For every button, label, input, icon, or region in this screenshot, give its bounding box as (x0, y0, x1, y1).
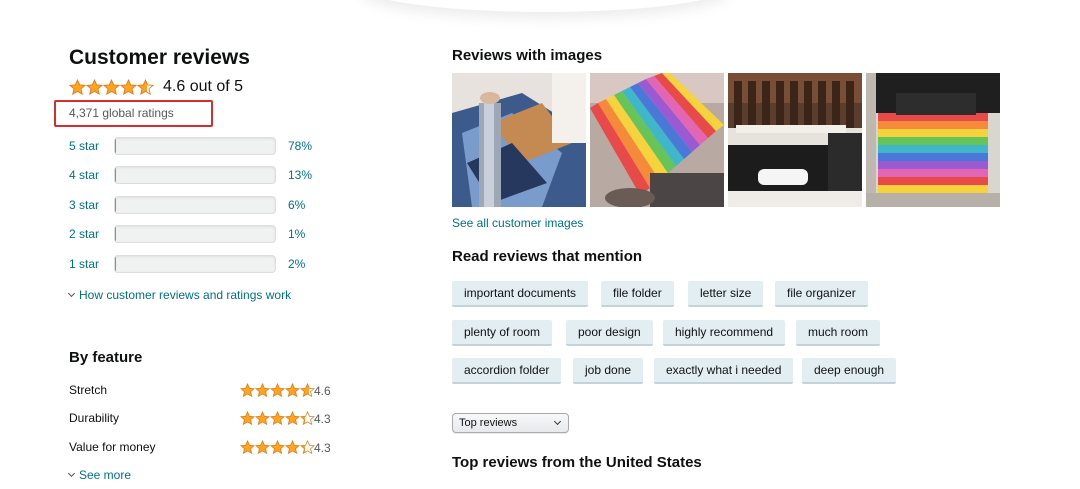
sort-reviews-dropdown[interactable]: Top reviews (452, 413, 569, 433)
overall-star-rating (69, 78, 154, 96)
star-icon (255, 411, 270, 426)
star-icon (137, 78, 154, 95)
histogram-percent[interactable]: 78% (288, 139, 328, 153)
histogram-fill (115, 167, 116, 183)
star-icon (240, 383, 255, 398)
overall-rating-text: 4.6 out of 5 (163, 78, 244, 95)
star-icon (103, 78, 120, 95)
feature-score: 4.3 (314, 441, 331, 455)
feature-star-rating (240, 411, 315, 426)
histogram-row-2[interactable]: 2 star 1% (69, 224, 328, 244)
mention-chip[interactable]: accordion folder (452, 358, 562, 384)
see-more-text[interactable]: See more (79, 468, 131, 482)
histogram-fill (115, 197, 116, 213)
feature-row-durability: Durability 4.3 (69, 410, 339, 428)
mention-chip[interactable]: deep enough (802, 358, 897, 384)
customer-reviews-heading: Customer reviews (69, 46, 250, 69)
star-icon (270, 383, 285, 398)
histogram-label[interactable]: 2 star (69, 227, 114, 241)
histogram-percent[interactable]: 2% (288, 257, 328, 271)
read-reviews-mention-heading: Read reviews that mention (452, 248, 643, 265)
how-reviews-work-text[interactable]: How customer reviews and ratings work (79, 288, 291, 302)
feature-score: 4.6 (314, 384, 331, 398)
expanding-file-photo-icon (866, 73, 1000, 207)
feature-name: Durability (69, 411, 120, 425)
histogram-label[interactable]: 1 star (69, 257, 114, 271)
by-feature-heading: By feature (69, 349, 143, 366)
histogram-fill (115, 256, 116, 272)
star-icon (300, 411, 315, 426)
histogram-row-5[interactable]: 5 star 78% (69, 136, 328, 156)
histogram-label[interactable]: 4 star (69, 168, 114, 182)
mention-chip[interactable]: file folder (601, 281, 674, 307)
chevron-down-icon (553, 417, 562, 426)
desk-file-photo-icon (728, 73, 862, 207)
feature-star-rating (240, 383, 315, 398)
histogram-percent[interactable]: 13% (288, 168, 328, 182)
mention-chip[interactable]: plenty of room (452, 320, 553, 346)
mention-chip[interactable]: job done (573, 358, 644, 384)
feature-row-value: Value for money 4.3 (69, 439, 339, 457)
mention-chip[interactable]: important documents (452, 281, 589, 307)
star-icon (240, 440, 255, 455)
feature-name: Value for money (69, 440, 156, 454)
mention-chip[interactable]: exactly what i needed (654, 358, 794, 384)
star-icon (86, 78, 103, 95)
star-icon (285, 411, 300, 426)
global-ratings-count[interactable]: 4,371 global ratings (69, 106, 174, 120)
accordion-file-photo-icon (452, 73, 586, 207)
star-icon (270, 440, 285, 455)
histogram-percent[interactable]: 6% (288, 198, 328, 212)
histogram-label[interactable]: 5 star (69, 139, 114, 153)
star-icon (120, 78, 137, 95)
histogram-bar[interactable] (114, 137, 276, 155)
star-icon (240, 411, 255, 426)
histogram-label[interactable]: 3 star (69, 198, 114, 212)
mention-chip[interactable]: file organizer (775, 281, 868, 307)
star-icon (69, 78, 86, 95)
star-icon (285, 383, 300, 398)
histogram-bar[interactable] (114, 196, 276, 214)
see-more-link[interactable]: See more (67, 468, 131, 482)
see-all-images-link[interactable]: See all customer images (452, 216, 583, 230)
review-image-2[interactable] (590, 73, 724, 207)
star-icon (255, 383, 270, 398)
reviews-with-images-heading: Reviews with images (452, 47, 603, 64)
how-reviews-work-link[interactable]: How customer reviews and ratings work (67, 288, 291, 302)
overall-rating: 4.6 out of 5 (69, 76, 243, 98)
rainbow-file-photo-icon (590, 73, 724, 207)
feature-name: Stretch (69, 383, 108, 397)
star-icon (300, 383, 315, 398)
top-reviews-heading: Top reviews from the United States (452, 454, 702, 471)
feature-row-stretch: Stretch 4.6 (69, 382, 339, 400)
feature-star-rating (240, 440, 315, 455)
review-image-4[interactable] (866, 73, 1000, 207)
histogram-bar[interactable] (114, 166, 276, 184)
histogram-row-1[interactable]: 1 star 2% (69, 254, 328, 274)
chevron-down-icon (67, 289, 76, 298)
histogram-percent[interactable]: 1% (288, 227, 328, 241)
review-image-1[interactable] (452, 73, 586, 207)
histogram-bar[interactable] (114, 225, 276, 243)
feature-score: 4.3 (314, 412, 331, 426)
mention-chip[interactable]: letter size (688, 281, 764, 307)
mention-chip[interactable]: much room (796, 320, 881, 346)
star-icon (285, 440, 300, 455)
mention-chip[interactable]: highly recommend (663, 320, 786, 346)
top-divider-shadow (360, 0, 730, 12)
histogram-row-3[interactable]: 3 star 6% (69, 195, 328, 215)
histogram-bar[interactable] (114, 255, 276, 273)
histogram-fill (115, 226, 116, 242)
sort-selected-value: Top reviews (459, 417, 518, 429)
histogram-fill (115, 138, 116, 154)
star-icon (300, 440, 315, 455)
star-icon (270, 411, 285, 426)
star-icon (255, 440, 270, 455)
mention-chip[interactable]: poor design (566, 320, 653, 346)
review-image-3[interactable] (728, 73, 862, 207)
chevron-down-icon (67, 469, 76, 478)
histogram-row-4[interactable]: 4 star 13% (69, 165, 328, 185)
